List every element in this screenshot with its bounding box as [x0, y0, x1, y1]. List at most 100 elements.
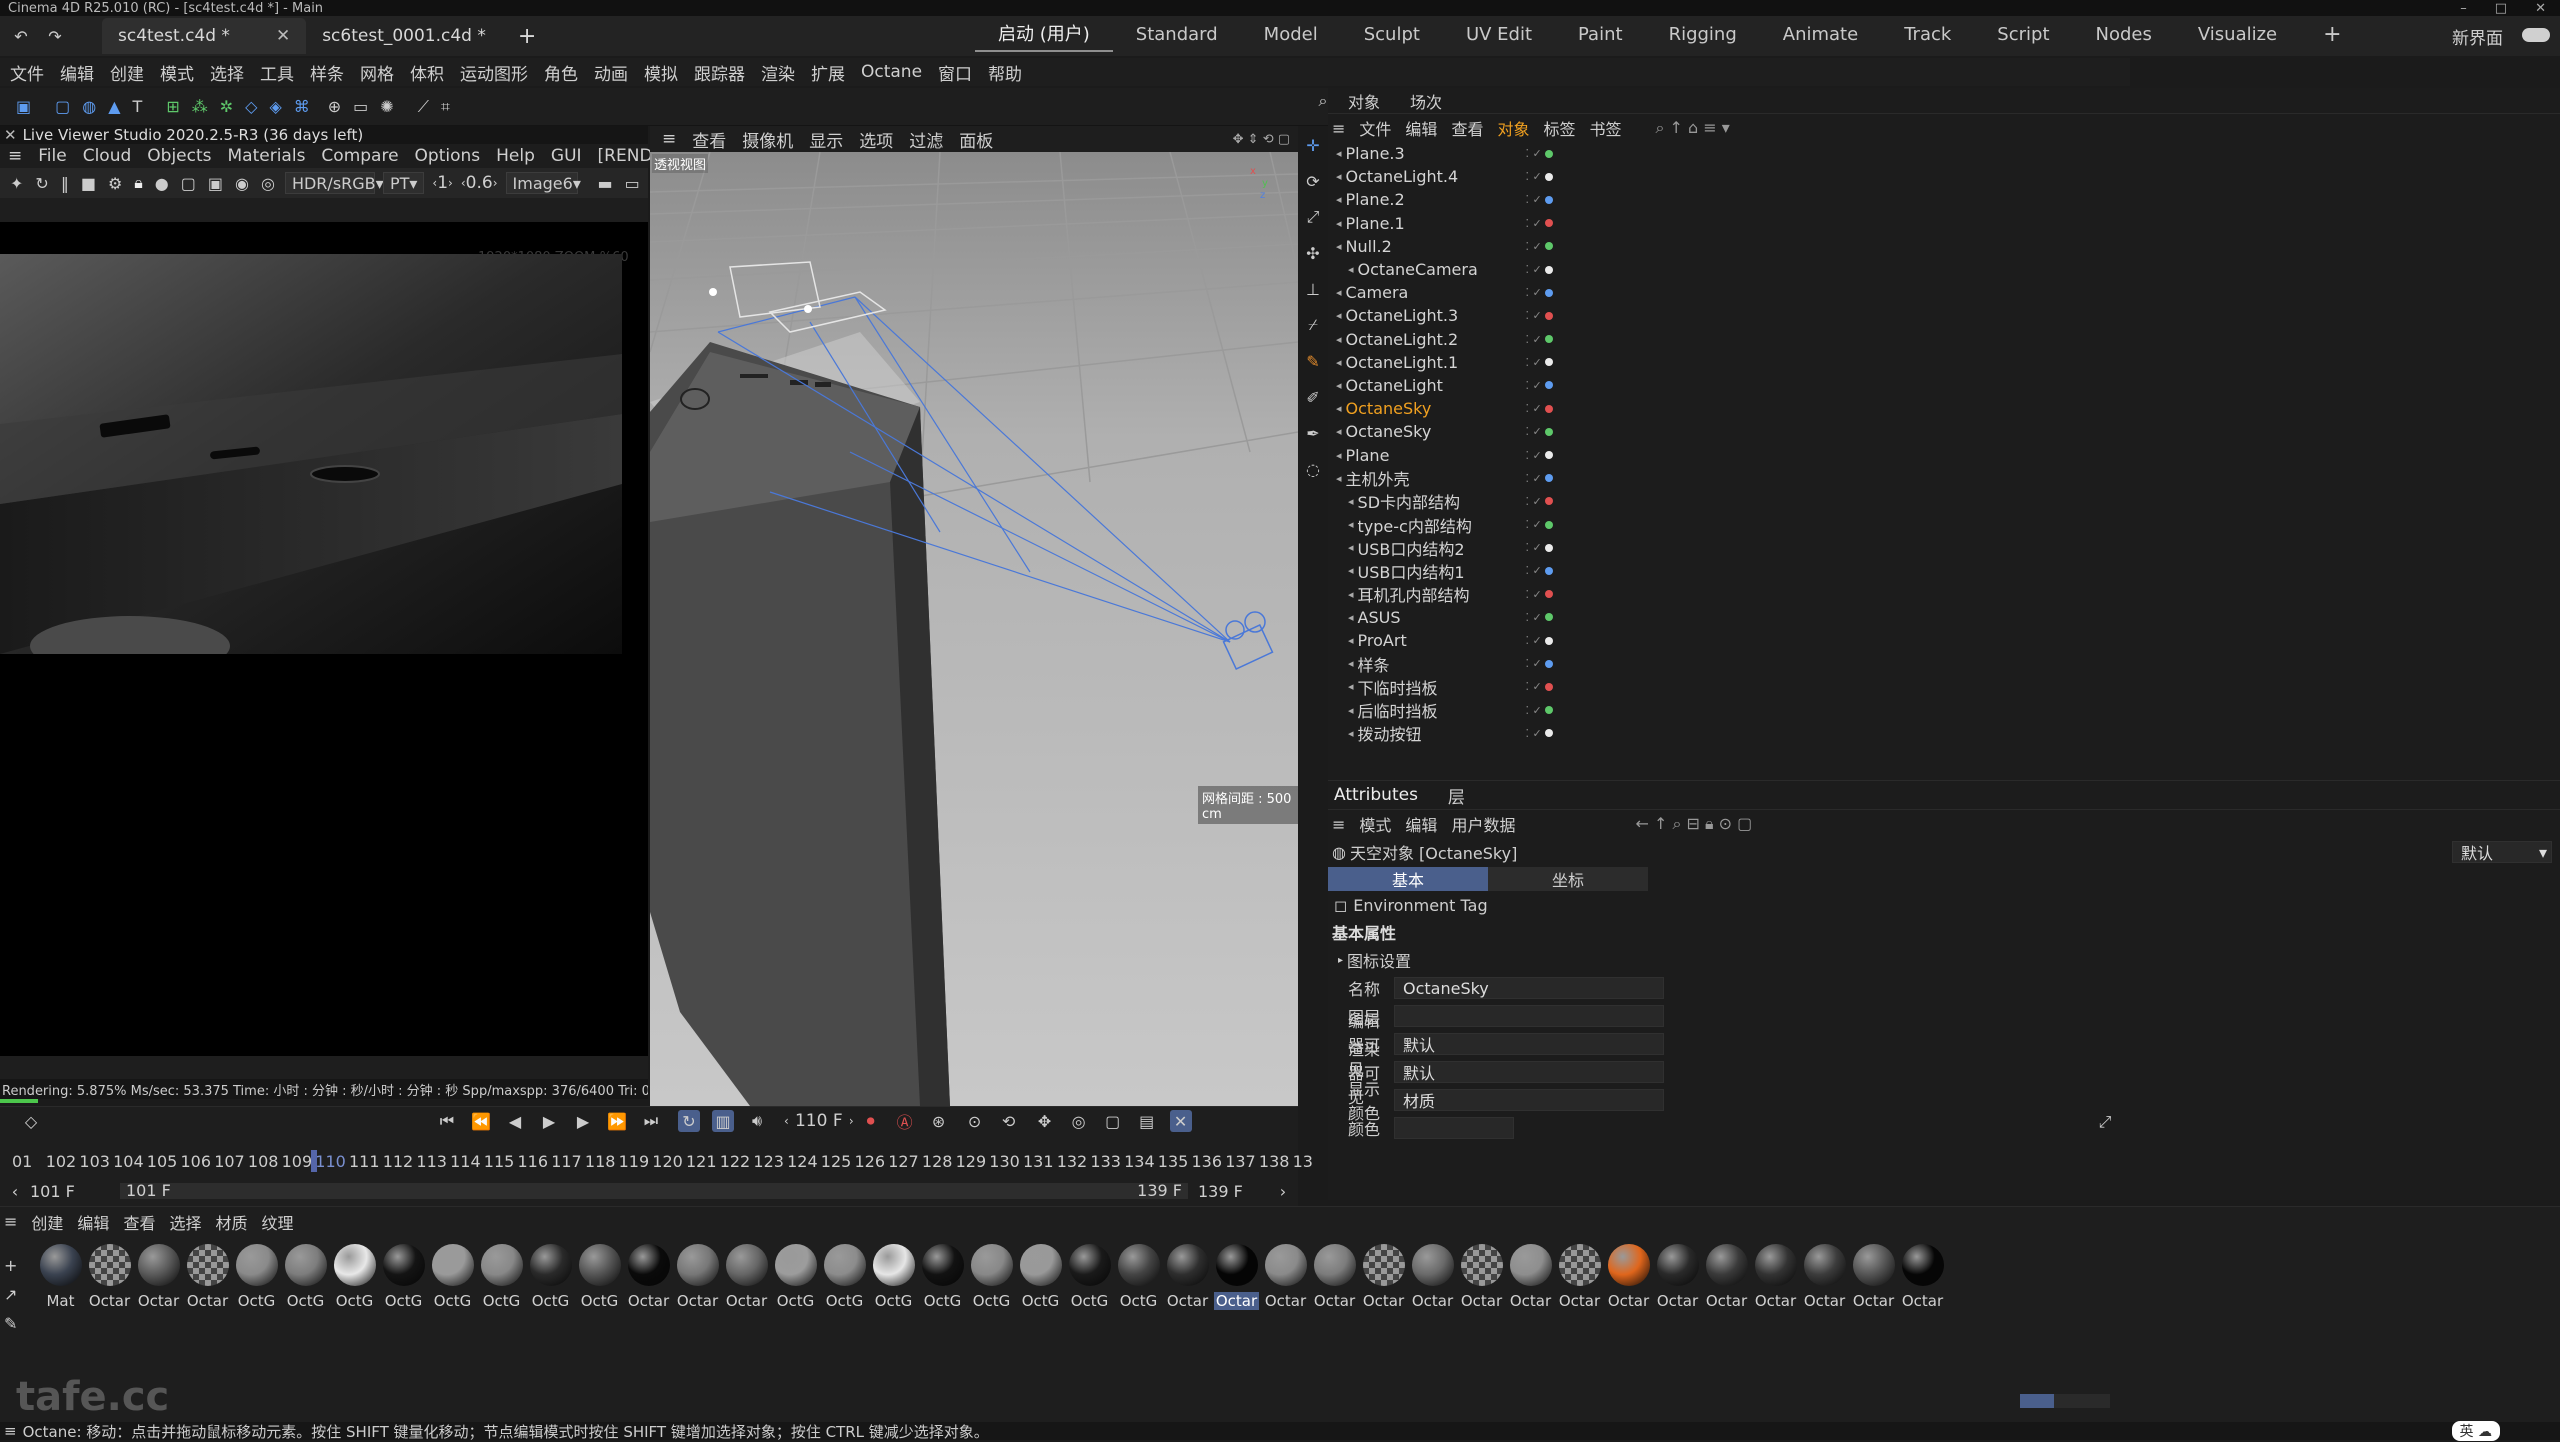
vp-menu-display[interactable]: 显示	[801, 127, 851, 152]
cube-icon[interactable]: ▢	[55, 96, 70, 118]
object-row[interactable]: ◂ 后临时挡板 ⁚ ✓	[1336, 699, 2560, 722]
close-window-button[interactable]: ✕	[2535, 1, 2546, 16]
material-item[interactable]: Octar	[1261, 1244, 1310, 1310]
menu-extensions[interactable]: 扩展	[803, 60, 853, 85]
om-menu-bookmarks[interactable]: 书签	[1589, 116, 1621, 140]
close-panel-icon[interactable]: ✕	[4, 126, 17, 144]
material-item[interactable]: Octar	[1457, 1244, 1506, 1310]
material-item[interactable]: Octar	[1555, 1244, 1604, 1310]
motion-icon[interactable]: ✕	[1169, 1110, 1192, 1132]
material-item[interactable]: Octar	[1163, 1244, 1212, 1310]
knife-icon[interactable]: ⌿	[1302, 314, 1324, 336]
menu-mode[interactable]: 模式	[152, 60, 202, 85]
layout-tab-startup[interactable]: 启动 (用户)	[975, 16, 1113, 52]
doc-tab-sc4test[interactable]: sc4test.c4d * ✕	[102, 18, 307, 54]
material-item[interactable]: Octar	[1408, 1244, 1457, 1310]
visibility-toggle-icon[interactable]: ⁚ ✓	[1526, 472, 1542, 485]
visibility-toggle-icon[interactable]: ⁚ ✓	[1526, 680, 1542, 693]
tag-icon[interactable]	[1544, 311, 1553, 320]
object-row[interactable]: ◂ Null.2 ⁚ ✓	[1336, 235, 2560, 258]
menu-volume[interactable]: 体积	[402, 60, 452, 85]
sculpt-icon[interactable]: ◌	[1302, 458, 1324, 480]
tag-icon[interactable]	[1544, 566, 1553, 575]
effector-icon[interactable]: ✲	[220, 96, 233, 118]
move-arrow-icon[interactable]: ↗	[4, 1285, 17, 1304]
visibility-toggle-icon[interactable]: ⁚ ✓	[1526, 634, 1542, 647]
live-selection-icon[interactable]: ▣	[16, 96, 31, 118]
prev-arrow-icon[interactable]: ‹	[0, 1182, 30, 1201]
menu-create[interactable]: 创建	[102, 60, 152, 85]
pla-key-icon[interactable]: ▢	[1102, 1110, 1124, 1132]
current-frame-field[interactable]: 110 F	[789, 1111, 849, 1131]
search-icon[interactable]: ⌕	[1312, 90, 1334, 112]
material-item[interactable]: OctG	[820, 1244, 869, 1310]
material-item[interactable]: OctG	[575, 1244, 624, 1310]
workplane-icon[interactable]: ⌗	[441, 96, 450, 118]
scale-key-icon[interactable]: ✥	[1034, 1110, 1056, 1132]
attr-field-input[interactable]: 材质	[1394, 1089, 1664, 1111]
range-slider[interactable]: 101 F 139 F	[120, 1181, 1188, 1200]
material-item[interactable]: OctG	[379, 1244, 428, 1310]
material-item[interactable]: OctG	[1016, 1244, 1065, 1310]
material-item[interactable]: Octar	[673, 1244, 722, 1310]
attr-subsection[interactable]: ▸ 图标设置	[1328, 946, 2560, 974]
object-row[interactable]: ◂ SD卡内部结构 ⁚ ✓	[1336, 490, 2560, 513]
lv-menu-materials[interactable]: Materials	[220, 146, 314, 166]
transform-icon[interactable]: ✣	[1302, 242, 1324, 264]
rot-key-icon[interactable]: ⟲	[998, 1110, 1020, 1132]
record-icon[interactable]: ⏺	[860, 1110, 882, 1132]
text-icon[interactable]: T	[133, 96, 143, 118]
material-item[interactable]: Octar	[1604, 1244, 1653, 1310]
attr-field-input[interactable]: OctaneSky	[1394, 977, 1664, 999]
camera-icon[interactable]: ▭	[353, 96, 368, 118]
menu-window[interactable]: 窗口	[930, 60, 980, 85]
histogram-icon[interactable]: ▬	[598, 172, 613, 194]
material-item[interactable]: Octar	[1310, 1244, 1359, 1310]
material-item[interactable]: OctG	[967, 1244, 1016, 1310]
material-item[interactable]: Octar	[1800, 1244, 1849, 1310]
redo-icon[interactable]: ↷	[44, 25, 66, 47]
keyframe-selection-icon[interactable]: ⊛	[928, 1110, 950, 1132]
visibility-toggle-icon[interactable]: ⁚ ✓	[1526, 402, 1542, 415]
material-item[interactable]: Octar	[1751, 1244, 1800, 1310]
material-item[interactable]: OctG	[771, 1244, 820, 1310]
next-arrow-icon[interactable]: ›	[493, 176, 498, 190]
material-item[interactable]: OctG	[1114, 1244, 1163, 1310]
menu-tools[interactable]: 工具	[252, 60, 302, 85]
visibility-toggle-icon[interactable]: ⁚ ✓	[1526, 727, 1542, 740]
tag-icon[interactable]	[1544, 451, 1553, 460]
cone-icon[interactable]: ▲	[108, 96, 120, 118]
mograph-icon[interactable]: ⊞	[166, 96, 179, 118]
attr-nav-icons[interactable]: ← ↑ ⌕ ⊟ 🔒︎ ⊙ ▢	[1635, 814, 1752, 834]
material-item[interactable]: Octar	[1702, 1244, 1751, 1310]
object-row[interactable]: ◂ 拨动按钮 ⁚ ✓	[1336, 722, 2560, 742]
color-mode-select[interactable]: HDR/sRGB ▾	[284, 172, 384, 194]
attr-menu-userdata[interactable]: 用户数据	[1451, 812, 1515, 836]
object-row[interactable]: ◂ 主机外壳 ⁚ ✓	[1336, 467, 2560, 490]
prev-key-icon[interactable]: ⏪	[470, 1110, 492, 1132]
visibility-toggle-icon[interactable]: ⁚ ✓	[1526, 333, 1542, 346]
visibility-toggle-icon[interactable]: ⁚ ✓	[1526, 611, 1542, 624]
material-item[interactable]: Octar	[624, 1244, 673, 1310]
playhead[interactable]	[311, 1150, 318, 1172]
visibility-toggle-icon[interactable]: ⁚ ✓	[1526, 309, 1542, 322]
keyframe-icon[interactable]: ◇	[20, 1111, 42, 1133]
viewport-nav-icons[interactable]: ✥ ⇕ ⟲ ▢	[1225, 132, 1298, 147]
tag-icon[interactable]	[1544, 172, 1553, 181]
send-scene-icon[interactable]: ✦	[10, 172, 23, 194]
vp-menu-filter[interactable]: 过滤	[901, 127, 951, 152]
pos-key-icon[interactable]: ⊙	[964, 1110, 986, 1132]
expand-icon[interactable]: ⤢	[2094, 1111, 2116, 1133]
visibility-toggle-icon[interactable]: ⁚ ✓	[1526, 379, 1542, 392]
tag-icon[interactable]	[1544, 636, 1553, 645]
lv-menu-objects[interactable]: Objects	[139, 146, 219, 166]
menu-select[interactable]: 选择	[202, 60, 252, 85]
tag-icon[interactable]	[1544, 659, 1553, 668]
om-menu-view[interactable]: 查看	[1451, 116, 1483, 140]
brush-icon[interactable]: ✎	[1302, 350, 1324, 372]
tag-icon[interactable]	[1544, 358, 1553, 367]
layout-tab-visualize[interactable]: Visualize	[2175, 16, 2300, 52]
next-arrow-icon[interactable]: ›	[849, 1114, 854, 1128]
visibility-toggle-icon[interactable]: ⁚ ✓	[1526, 449, 1542, 462]
menu-animate[interactable]: 动画	[586, 60, 636, 85]
